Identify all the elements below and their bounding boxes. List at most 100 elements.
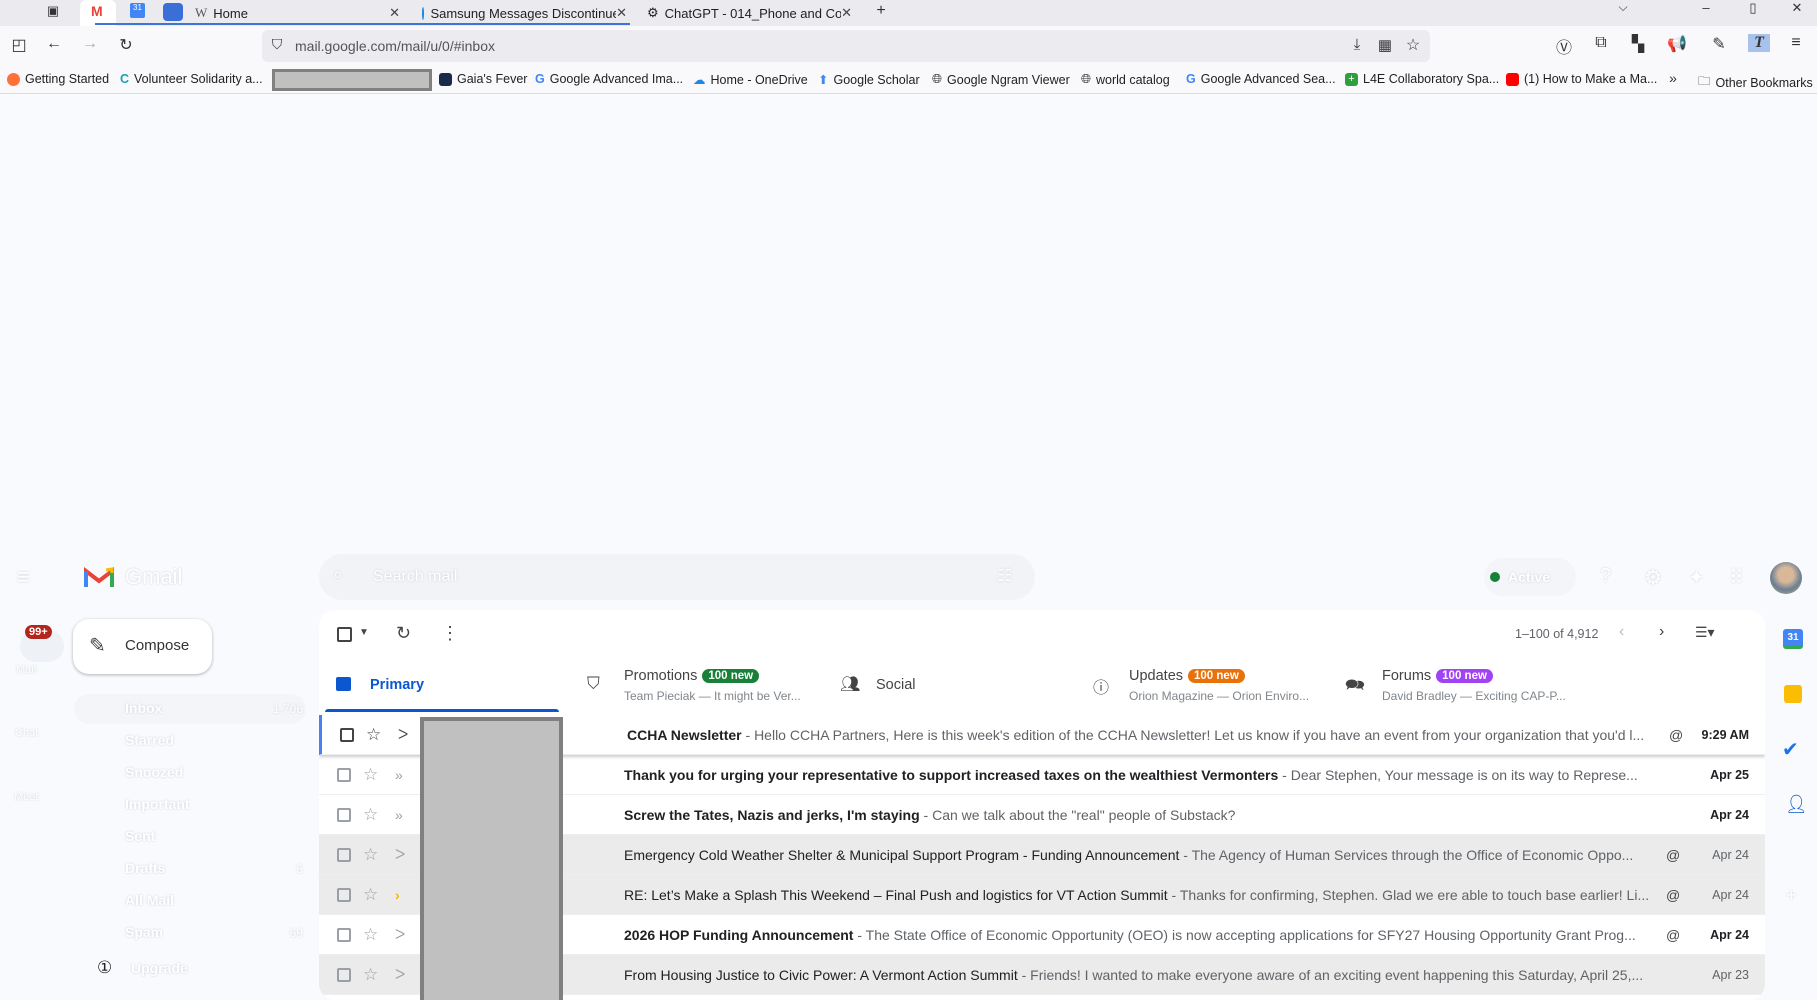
tab-promotions[interactable]: ⛉ Promotions 100 new Team Pieciak — It mig… — [587, 660, 837, 712]
newer-page-icon[interactable]: ‹ — [1619, 623, 1624, 641]
search-options-icon[interactable]: ☷ — [997, 566, 1012, 586]
tab-chatgpt[interactable]: ⚙ ChatGPT - 014_Phone and Com ✕ — [647, 0, 852, 26]
attachment-icon[interactable]: @ — [1666, 847, 1680, 863]
qr-icon[interactable]: ▦ — [1374, 36, 1396, 54]
sidebar-item-snoozed[interactable]: Snoozed — [125, 764, 183, 780]
sidebar-item-inbox[interactable]: Inbox — [125, 700, 162, 716]
apps-extension-icon[interactable]: ▚ — [1627, 34, 1649, 54]
row-checkbox[interactable] — [340, 727, 354, 742]
reload-icon[interactable]: ↻ — [115, 35, 137, 55]
more-bookmarks-icon[interactable]: » — [1662, 70, 1684, 86]
importance-marker-icon[interactable]: ᐳ — [395, 846, 405, 863]
bookmark[interactable]: C Volunteer Solidarity a... — [120, 72, 263, 86]
sidebar-item-starred[interactable]: Starred — [125, 732, 174, 748]
url-text[interactable]: mail.google.com/mail/u/0/#inbox — [295, 38, 495, 54]
rail-mail-label[interactable]: Mail — [16, 664, 36, 676]
text-extension-icon[interactable]: T — [1748, 34, 1770, 52]
importance-marker-icon[interactable]: » — [395, 767, 403, 783]
extensions-icon[interactable]: ⧉ — [1590, 34, 1612, 52]
tab-list-icon[interactable]: ⌵ — [1612, 0, 1634, 15]
row-checkbox[interactable] — [337, 967, 351, 982]
tab-samsung[interactable]: Samsung Messages Discontinued ✕ — [422, 0, 627, 26]
upgrade-link[interactable]: Upgrade — [131, 960, 188, 976]
tasks-icon[interactable]: ✔ — [1782, 737, 1799, 762]
calendar-favicon-icon[interactable]: 31 — [130, 3, 145, 18]
row-checkbox[interactable] — [337, 927, 351, 942]
gemini-sparkle-icon[interactable]: ✦ — [1688, 565, 1705, 590]
row-checkbox[interactable] — [337, 887, 351, 902]
settings-gear-icon[interactable]: ⚙ — [1644, 565, 1662, 590]
tab-social[interactable]: 👥︎ Social — [840, 660, 1090, 712]
split-pane-toggle-icon[interactable]: ☰▾ — [1695, 624, 1715, 641]
other-bookmarks[interactable]: 🗀 Other Bookmarks — [1698, 72, 1813, 93]
bookmark-star-icon[interactable]: ☆ — [1402, 35, 1424, 55]
attachment-icon[interactable]: @ — [1666, 927, 1680, 943]
address-bar[interactable]: ⛉ mail.google.com/mail/u/0/#inbox ⤓ ▦ ☆ — [262, 30, 1430, 62]
sidebar-item-drafts[interactable]: Drafts — [125, 860, 165, 876]
tab-updates[interactable]: ⓘ Updates 100 new Orion Magazine — Orion E… — [1093, 660, 1343, 712]
row-checkbox[interactable] — [337, 807, 351, 822]
select-all-checkbox[interactable] — [337, 627, 352, 642]
importance-marker-icon[interactable]: » — [395, 807, 403, 823]
close-tab-icon[interactable]: ✕ — [389, 5, 400, 21]
minimize-icon[interactable]: – — [1695, 0, 1717, 15]
menu-icon[interactable]: ≡ — [1785, 34, 1807, 52]
refresh-icon[interactable]: ↻ — [396, 623, 411, 644]
star-icon[interactable]: ☆ — [363, 925, 378, 945]
bookmark[interactable]: ⬆ Google Scholar — [818, 72, 920, 88]
star-icon[interactable]: ☆ — [363, 885, 378, 905]
bookmark[interactable]: G Google Advanced Ima... — [535, 72, 683, 86]
row-checkbox[interactable] — [337, 767, 351, 782]
compose-button[interactable]: ✎ Compose — [73, 619, 212, 674]
main-menu-icon[interactable]: ≡ — [17, 564, 30, 590]
keep-icon[interactable] — [1784, 685, 1802, 703]
search-icon[interactable]: ⌕ — [333, 564, 343, 585]
bookmark[interactable]: G Google Advanced Sea... — [1186, 72, 1336, 86]
status-button[interactable]: Active — [1484, 558, 1576, 596]
tab-forums[interactable]: 🗪 Forums 100 new David Bradley — Exciting … — [1345, 660, 1595, 712]
add-addon-icon[interactable]: + — [1786, 885, 1797, 906]
apps-grid-icon[interactable]: ⠿ — [1729, 565, 1744, 590]
forward-icon[interactable]: → — [79, 35, 101, 53]
bookmark[interactable]: + L4E Collaboratory Spa... — [1345, 72, 1499, 86]
pinned-tab-icon[interactable] — [163, 3, 183, 21]
importance-marker-icon[interactable]: ᐳ — [395, 926, 405, 943]
maximize-icon[interactable]: ▯ — [1742, 0, 1764, 16]
new-tab-icon[interactable]: + — [870, 2, 892, 20]
star-icon[interactable]: ☆ — [363, 805, 378, 825]
close-window-icon[interactable]: ✕ — [1786, 0, 1808, 16]
older-page-icon[interactable]: › — [1659, 623, 1664, 641]
importance-marker-icon[interactable]: ᐳ — [398, 726, 408, 743]
star-icon[interactable]: ☆ — [363, 845, 378, 865]
bookmark[interactable]: Getting Started — [7, 72, 109, 86]
tab-primary[interactable]: Primary — [319, 660, 565, 712]
gmail-logo-icon[interactable] — [84, 565, 114, 589]
account-avatar[interactable] — [1770, 562, 1802, 594]
attachment-icon[interactable]: @ — [1666, 887, 1680, 903]
sidebar-item-spam[interactable]: Spam — [125, 924, 163, 940]
row-checkbox[interactable] — [337, 847, 351, 862]
rail-meet-label[interactable]: Meet — [14, 791, 38, 803]
attachment-icon[interactable]: @ — [1669, 727, 1683, 743]
importance-marker-icon[interactable]: ᐳ — [395, 966, 405, 983]
star-icon[interactable]: ☆ — [366, 725, 381, 745]
bookmark[interactable]: 🌐︎ Google Ngram Viewer — [932, 72, 1070, 87]
sidebar-icon[interactable]: ◰ — [8, 35, 30, 55]
importance-marker-icon[interactable]: › — [395, 887, 400, 903]
select-dropdown-icon[interactable]: ▼ — [359, 627, 369, 638]
back-icon[interactable]: ← — [43, 35, 65, 53]
extension-icon[interactable]: ✎ — [1708, 34, 1730, 54]
bookmark[interactable]: 🌐︎ world catalog — [1081, 72, 1170, 87]
bookmark[interactable]: ☁ Home - OneDrive — [693, 72, 808, 88]
bookmark[interactable]: (1) How to Make a Ma... — [1506, 72, 1657, 86]
megaphone-extension-icon[interactable]: 📢 — [1666, 34, 1688, 54]
close-tab-icon[interactable]: ✕ — [616, 5, 627, 21]
bookmark[interactable]: Gaia's Fever — [439, 72, 527, 86]
star-icon[interactable]: ☆ — [363, 765, 378, 785]
sidebar-item-sent[interactable]: Sent — [125, 828, 155, 844]
calendar-icon[interactable]: 31 — [1783, 629, 1803, 649]
vpn-extension-icon[interactable]: Ⓥ — [1553, 34, 1575, 58]
sidebar-item-important[interactable]: Important — [125, 796, 190, 812]
search-mail-input[interactable]: ⌕ Search mail ☷ — [319, 554, 1035, 600]
tab-overview-icon[interactable]: ▣ — [42, 3, 64, 19]
